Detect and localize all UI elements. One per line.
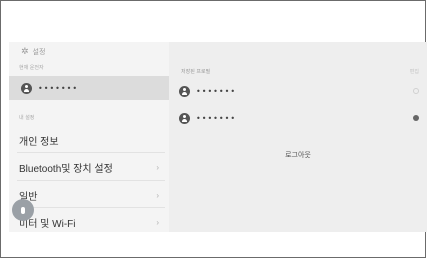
current-driver-name: ••••••• [38,83,79,93]
sidebar-item-bluetooth[interactable]: Bluetooth및 장치 설정 › [9,155,169,179]
sidebar-item-general[interactable]: 일반 › [9,183,169,207]
profile-radio[interactable] [413,88,419,94]
divider [17,207,165,208]
sidebar-item-personal-info[interactable]: 개인 정보 [9,128,169,152]
settings-screen: ✲ 설정 현재 운전자 ••••••• 내 설정 개인 정보 Bluetooth… [9,42,427,232]
settings-sidebar: ✲ 설정 현재 운전자 ••••••• 내 설정 개인 정보 Bluetooth… [9,42,169,232]
gear-icon: ✲ [21,47,29,57]
user-avatar-icon [179,112,190,124]
settings-header: ✲ 설정 [21,45,45,59]
divider [17,180,165,181]
chevron-right-icon: › [156,190,159,200]
my-settings-label: 내 설정 [19,115,35,121]
microphone-icon [21,206,25,214]
chevron-right-icon: › [156,217,159,227]
profile-name: ••••••• [196,86,237,96]
chevron-right-icon: › [156,162,159,172]
screenshot-frame: ✲ 설정 현재 운전자 ••••••• 내 설정 개인 정보 Bluetooth… [0,0,427,258]
edit-button[interactable]: 편집 [410,68,419,75]
profile-name: ••••••• [196,113,237,123]
current-driver-row[interactable]: ••••••• [9,76,169,100]
divider [17,152,165,153]
profile-row[interactable]: ••••••• [179,111,419,125]
settings-title: 설정 [32,48,46,56]
profile-row[interactable]: ••••••• [179,84,419,98]
sidebar-item-label: 개인 정보 [19,136,59,148]
sidebar-item-label: Bluetooth및 장치 설정 [19,163,113,175]
voice-button[interactable] [12,199,34,221]
user-avatar-icon [179,85,190,97]
profiles-panel: 저장된 프로필 편집 ••••••• ••••••• 로그아웃 [169,42,427,232]
logout-button[interactable]: 로그아웃 [169,150,427,160]
user-avatar-icon [21,82,32,94]
current-driver-label: 현재 운전자 [19,65,44,71]
profile-radio-selected[interactable] [413,115,419,121]
saved-profiles-label: 저장된 프로필 [181,69,211,75]
